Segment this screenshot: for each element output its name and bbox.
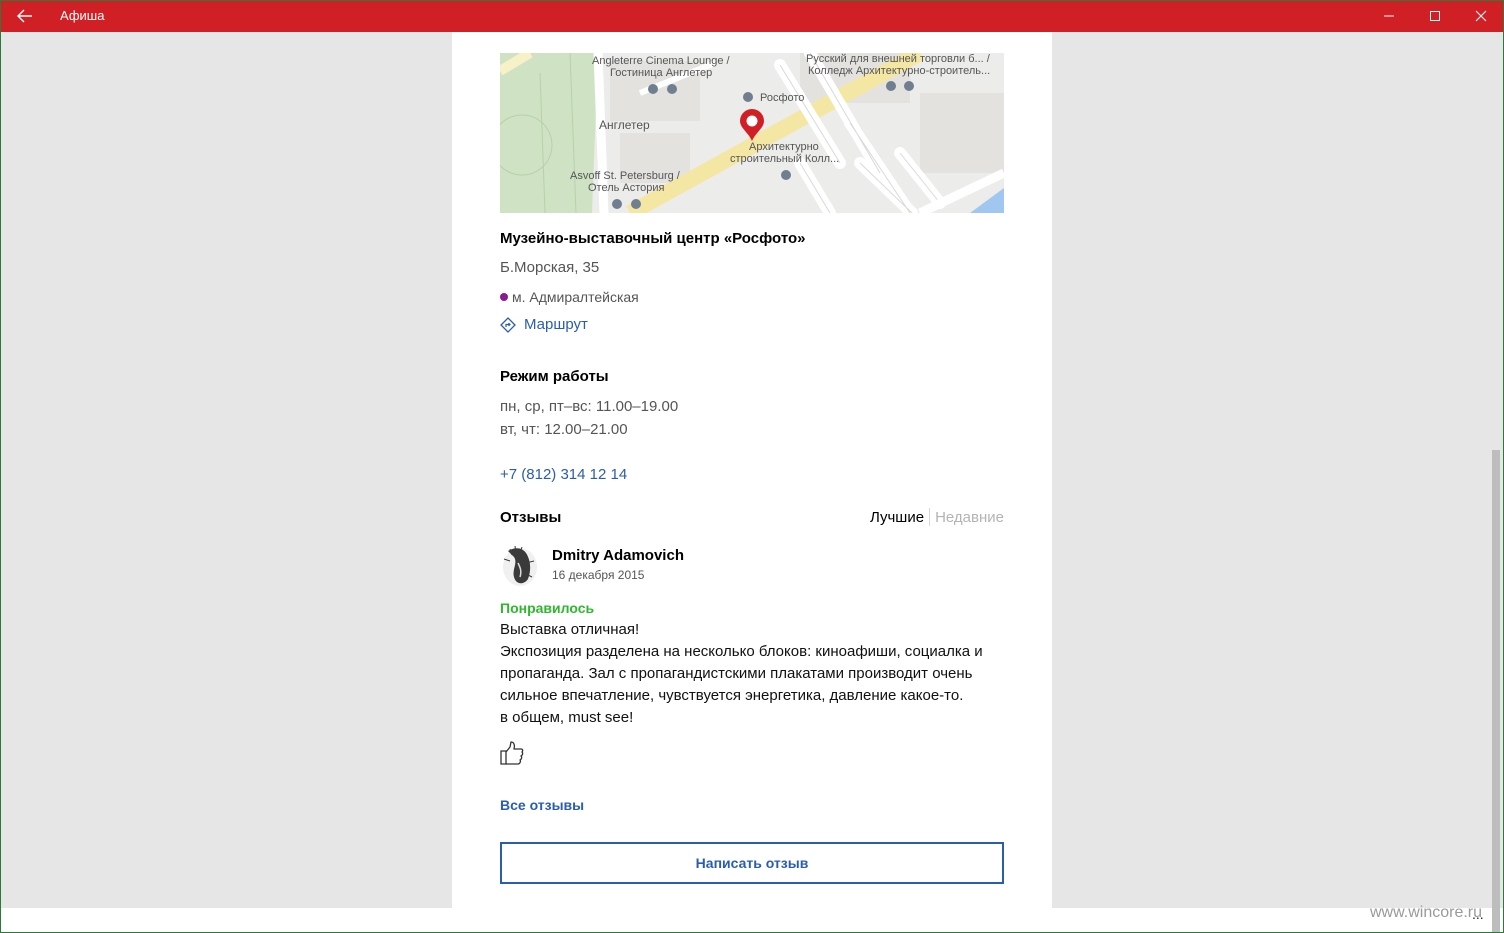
map-label-angleterre-lounge: Angleterre Cinema Lounge / [592,55,730,67]
app-title: Афиша [60,8,105,23]
reviews-title: Отзывы [500,509,562,526]
place-address: Б.Морская, 35 [500,259,600,276]
minimize-icon [1384,15,1394,17]
avatar [500,543,540,587]
scrollbar-thumb[interactable] [1492,450,1500,933]
place-name: Музейно-выставочный центр «Росфото» [500,230,806,247]
minimize-button[interactable] [1366,0,1412,32]
review-verdict: Понравилось [500,600,595,616]
map-label-russian-college: Русский для внешней торговли б... / [806,53,990,65]
tab-best[interactable]: Лучшие [870,509,924,526]
tab-recent[interactable]: Недавние [935,509,1004,526]
metro-line-dot [500,293,508,301]
maximize-icon [1430,11,1440,21]
thumbs-up-icon [500,741,524,765]
hours-line: вт, чт: 12.00–21.00 [500,421,628,438]
review-text: Выставка отличная! Экспозиция разделена … [500,619,1004,729]
hours-title: Режим работы [500,368,609,385]
metro-station-label: м. Адмиралтейская [512,289,639,305]
write-review-button[interactable]: Написать отзыв [500,842,1004,884]
map-label-rosfoto: Росфото [760,92,805,104]
back-arrow-icon [17,9,32,23]
map-label-arch-college-1: Архитектурно [749,141,819,153]
map-label-arch-college-top: Колледж Архитектурно-строитель... [808,65,991,77]
review-line: Выставка отличная! [500,621,640,638]
map-pin-icon [740,109,764,141]
map-label-angleterre-hotel: Гостиница Англетер [610,67,713,79]
route-icon [500,316,516,333]
review-author[interactable]: Dmitry Adamovich [552,547,684,564]
more-dots[interactable]: ... [1472,906,1484,922]
review-date: 16 декабря 2015 [552,568,645,582]
map-label-arch-college-2: строительный Колл... [730,153,840,165]
location-map[interactable]: Angleterre Cinema Lounge / Гостиница Анг… [500,53,1004,213]
watermark: www.wincore.ru [1370,904,1483,921]
metro-station: м. Адмиралтейская [500,289,639,305]
close-button[interactable] [1458,0,1504,32]
map-label-angleterre: Англетер [599,118,650,132]
title-bar: Афиша [0,0,1504,32]
phone-link[interactable]: +7 (812) 314 12 14 [500,466,627,483]
hours-line: пн, ср, пт–вс: 11.00–19.00 [500,398,679,415]
bottom-strip [1,908,1503,932]
review-line: сильное впечатление, чувствуется энергет… [500,687,964,704]
avatar-image [503,545,537,586]
back-button[interactable] [8,0,42,32]
review-line: пропаганда. Зал с пропагандистскими плак… [500,665,973,682]
map-label-asvoff-1: Asvoff St. Petersburg / [570,170,680,182]
review-line: Экспозиция разделена на несколько блоков… [500,643,983,660]
map-label-asvoff-2: Отель Астория [588,182,665,194]
route-link[interactable]: Маршрут [500,316,588,333]
maximize-button[interactable] [1412,0,1458,32]
all-reviews-link[interactable]: Все отзывы [500,797,584,813]
tab-divider [929,508,931,526]
close-icon [1475,10,1487,22]
reviews-sort-tabs: Лучшие Недавние [870,508,1004,526]
review-line: в общем, must see! [500,709,634,726]
route-label: Маршрут [524,316,588,333]
like-button[interactable] [499,740,525,766]
scrollbar[interactable] [1490,32,1502,933]
